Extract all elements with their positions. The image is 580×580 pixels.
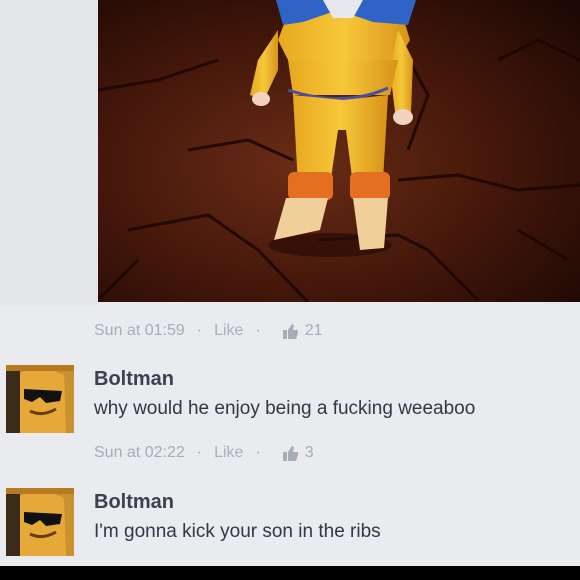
- avatar[interactable]: [6, 365, 74, 433]
- thumbs-up-icon: [282, 323, 298, 339]
- comment: Boltman I'm gonna kick your son in the r…: [6, 488, 580, 562]
- separator: ·: [196, 444, 203, 461]
- separator: ·: [255, 444, 261, 461]
- comment-text: I'm gonna kick your son in the ribs: [94, 521, 381, 542]
- comment-author[interactable]: Boltman: [94, 491, 174, 514]
- left-margin: [0, 0, 98, 305]
- post-timestamp[interactable]: Sun at 01:59: [94, 322, 185, 340]
- screen: Sun at 01:59 · Like · 21 Boltman why wou…: [0, 0, 580, 566]
- post-like-link[interactable]: Like: [214, 322, 243, 340]
- comment-author[interactable]: Boltman: [94, 368, 174, 391]
- comment: Boltman why would he enjoy being a fucki…: [6, 365, 580, 439]
- comment-like-link[interactable]: Like: [214, 444, 243, 462]
- separator: ·: [196, 322, 203, 339]
- bottom-bar: [0, 566, 580, 580]
- photo-image: [98, 0, 580, 302]
- post-photo[interactable]: [98, 0, 580, 302]
- separator: ·: [255, 322, 261, 339]
- comment-meta: Sun at 02:22 · Like · 3: [94, 444, 314, 462]
- comment-like-count[interactable]: 3: [305, 444, 314, 462]
- avatar[interactable]: [6, 488, 74, 556]
- thumbs-up-icon: [282, 445, 298, 461]
- comment-text: why would he enjoy being a fucking weeab…: [94, 398, 476, 419]
- post-meta: Sun at 01:59 · Like · 21: [94, 322, 323, 340]
- post-like-count[interactable]: 21: [305, 322, 323, 340]
- avatar-image: [6, 488, 74, 556]
- avatar-image: [6, 365, 74, 433]
- comment-timestamp[interactable]: Sun at 02:22: [94, 444, 185, 462]
